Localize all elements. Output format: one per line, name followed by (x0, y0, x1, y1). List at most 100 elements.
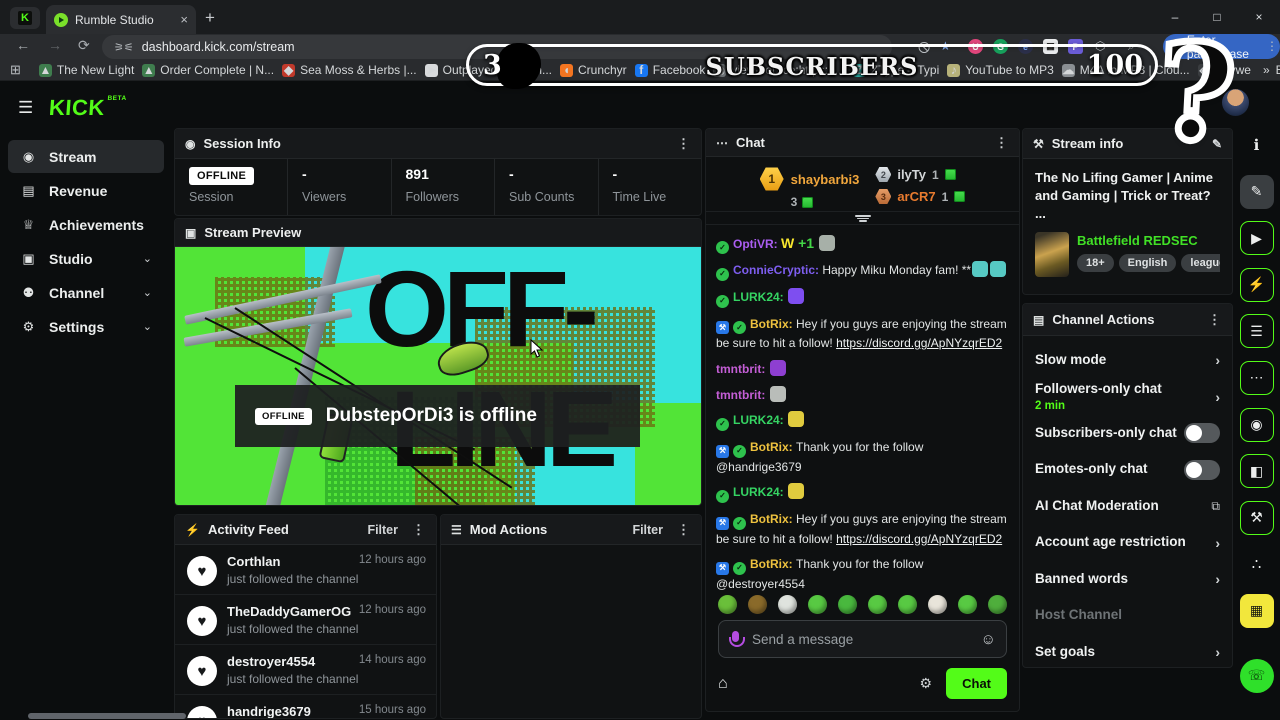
chat-username[interactable]: LURK24: (733, 413, 787, 427)
message-input[interactable] (750, 630, 972, 648)
channel-action-set-goals[interactable]: Set goals › (1035, 634, 1220, 667)
channel-action-account-age-restriction[interactable]: Account age restriction › (1035, 525, 1220, 562)
clown-emote[interactable] (778, 595, 797, 614)
clips-icon[interactable]: ▦ (1239, 593, 1274, 628)
sidebar-item-revenue[interactable]: ▤ Revenue (8, 174, 164, 207)
hamburger-icon[interactable]: ☰ (18, 98, 33, 118)
channel-action-emotes-only-chat[interactable]: Emotes-only chat (1035, 452, 1220, 489)
notes-icon[interactable]: ☰ (1239, 314, 1274, 349)
browser-menu-icon[interactable]: ⋮ (1266, 39, 1278, 53)
leaderboard-collapse-handle[interactable] (706, 212, 1019, 225)
cry-emote[interactable] (988, 595, 1007, 614)
filter-button[interactable]: Filter (632, 523, 663, 537)
support-icon[interactable]: ☏ (1239, 658, 1274, 693)
kebab-menu-icon[interactable]: ⋮ (677, 136, 691, 152)
channel-action-banned-words[interactable]: Banned words › (1035, 561, 1220, 598)
mod-badge-icon: ⚒ (716, 516, 729, 530)
sidebar-item-stream[interactable]: ◉ Stream (8, 140, 164, 173)
chat-username[interactable]: tmntbrit: (716, 362, 769, 376)
activity-feed-row[interactable]: ♥ Corthlan just followed the channel 12 hou… (175, 545, 436, 594)
chat-username[interactable]: OptiVR: (733, 237, 781, 251)
follower-name: Corthlan (227, 554, 281, 569)
chat-username[interactable]: BotRix: (750, 512, 796, 526)
channel-action-followers-only-chat[interactable]: Followers-only chat 2 min › (1035, 379, 1220, 416)
headphones-emote[interactable] (838, 595, 857, 614)
leaderboard-user[interactable]: ilyTy (897, 167, 926, 182)
info-icon[interactable]: ℹ (1240, 128, 1274, 162)
chat-username[interactable]: BotRix: (750, 557, 796, 571)
tag-pill[interactable]: leagueofle (1181, 253, 1220, 272)
bookmark-item[interactable]: ▲ The New Light (38, 63, 134, 77)
chat-input[interactable]: ☺ (718, 620, 1007, 658)
activity-feed-row[interactable]: ♥ destroyer4554 just followed the channel 1… (175, 644, 436, 694)
toggle-switch[interactable] (1184, 459, 1220, 480)
sidebar-item-achievements[interactable]: ♕ Achievements (8, 208, 164, 241)
microphone-icon[interactable] (729, 630, 745, 648)
new-tab-button[interactable]: + (205, 8, 215, 28)
reload-icon[interactable]: ⟳ (78, 37, 90, 54)
kebab-menu-icon[interactable]: ⋮ (412, 522, 426, 538)
chat-username[interactable]: LURK24: (733, 485, 787, 499)
verified-badge-icon: ✓ (716, 417, 729, 431)
tag-pill[interactable]: 18+ (1077, 253, 1114, 272)
leaderboard-user[interactable]: arCR7 (897, 189, 935, 204)
dots-icon[interactable]: ∴ (1240, 547, 1274, 581)
activity-feed-row[interactable]: ♥handrige3679just followed the channel15… (175, 694, 436, 718)
horizontal-scrollbar[interactable] (28, 713, 186, 719)
message-link[interactable]: https://discord.gg/ApNYzqrED2 (836, 532, 1002, 546)
chat-username[interactable]: BotRix: (750, 317, 796, 331)
stream-preview-icon[interactable]: ▶ (1239, 221, 1274, 256)
sidebar-item-settings[interactable]: ⚙ Settings ⌄ (8, 310, 164, 343)
wrench-icon[interactable]: ⚒ (1239, 500, 1274, 535)
bookmarks-overflow[interactable]: » Bookmarks (1263, 63, 1280, 77)
back-icon[interactable]: ← (16, 37, 30, 53)
activity-icon[interactable]: ⚡ (1239, 267, 1274, 302)
chat-send-button[interactable]: Chat (946, 668, 1007, 699)
pinned-tab-kick[interactable]: K (10, 7, 40, 29)
kebab-menu-icon[interactable]: ⋮ (1208, 312, 1222, 328)
leaderboard-user[interactable]: shaybarbi3 (791, 172, 860, 187)
site-settings-icon[interactable]: ⚞⚟ (114, 41, 134, 54)
chat-username[interactable]: BotRix: (750, 440, 796, 454)
tab-rumble-studio[interactable]: Rumble Studio × (46, 5, 196, 34)
halo-emote[interactable] (718, 595, 737, 614)
channel-action-subscribers-only-chat[interactable]: Subscribers-only chat (1035, 415, 1220, 452)
wink-emote[interactable] (958, 595, 977, 614)
kebab-menu-icon[interactable]: ⋮ (677, 522, 691, 538)
forward-icon[interactable]: → (48, 37, 62, 53)
tag-pill[interactable]: English (1118, 253, 1177, 272)
toggle-switch[interactable] (1184, 423, 1220, 444)
edit-icon[interactable]: ✎ (1239, 174, 1274, 209)
chat-username[interactable]: tmntbrit: (716, 388, 769, 402)
channel-action-slow-mode[interactable]: Slow mode › (1035, 342, 1220, 379)
message-link[interactable]: https://discord.gg/ApNYzqrED2 (836, 336, 1002, 350)
chat-bubble-icon[interactable]: ⋯ (1239, 360, 1274, 395)
activity-feed-row[interactable]: ♥ TheDaddyGamerOG just followed the channe… (175, 594, 436, 644)
apps-icon[interactable]: ⊞ (10, 62, 21, 78)
filter-button[interactable]: Filter (367, 523, 398, 537)
chat-settings-gear-icon[interactable]: ⚙ (920, 675, 933, 692)
kebab-menu-icon[interactable]: ⋮ (995, 135, 1009, 151)
grin-emote[interactable] (808, 595, 827, 614)
chat-username[interactable]: LURK24: (733, 290, 787, 304)
tab-close-icon[interactable]: × (180, 12, 188, 27)
category-name[interactable]: Battlefield REDSEC (1077, 233, 1220, 248)
camera-icon[interactable]: ◧ (1239, 454, 1274, 489)
external-link-icon: ⧉ (1211, 498, 1220, 513)
bookmark-item[interactable]: ▲ Order Complete | N... (142, 63, 274, 77)
channel-action-ai-chat-moderation[interactable]: AI Chat Moderation ⧉ (1035, 488, 1220, 525)
sidebar-item-channel[interactable]: ⚉ Channel ⌄ (8, 276, 164, 309)
bookmark-item[interactable]: ◆ Sea Moss & Herbs |... (282, 63, 417, 77)
smile-emote[interactable] (868, 595, 887, 614)
follow-heart-icon: ♥ (187, 556, 217, 586)
angry-emote[interactable] (748, 595, 767, 614)
sidebar-item-studio[interactable]: ▣ Studio ⌄ (8, 242, 164, 275)
shop-icon[interactable]: ⌂ (718, 675, 728, 693)
broadcast-icon[interactable]: ◉ (1239, 407, 1274, 442)
baby-emote[interactable] (928, 595, 947, 614)
offline-message: DubstepOrDi3 is offline (325, 405, 537, 426)
chat-username[interactable]: ConnieCryptic: (733, 263, 822, 277)
happy-emote[interactable] (898, 595, 917, 614)
emoji-picker-icon[interactable]: ☺ (981, 631, 996, 648)
close-button[interactable]: × (1238, 0, 1280, 34)
